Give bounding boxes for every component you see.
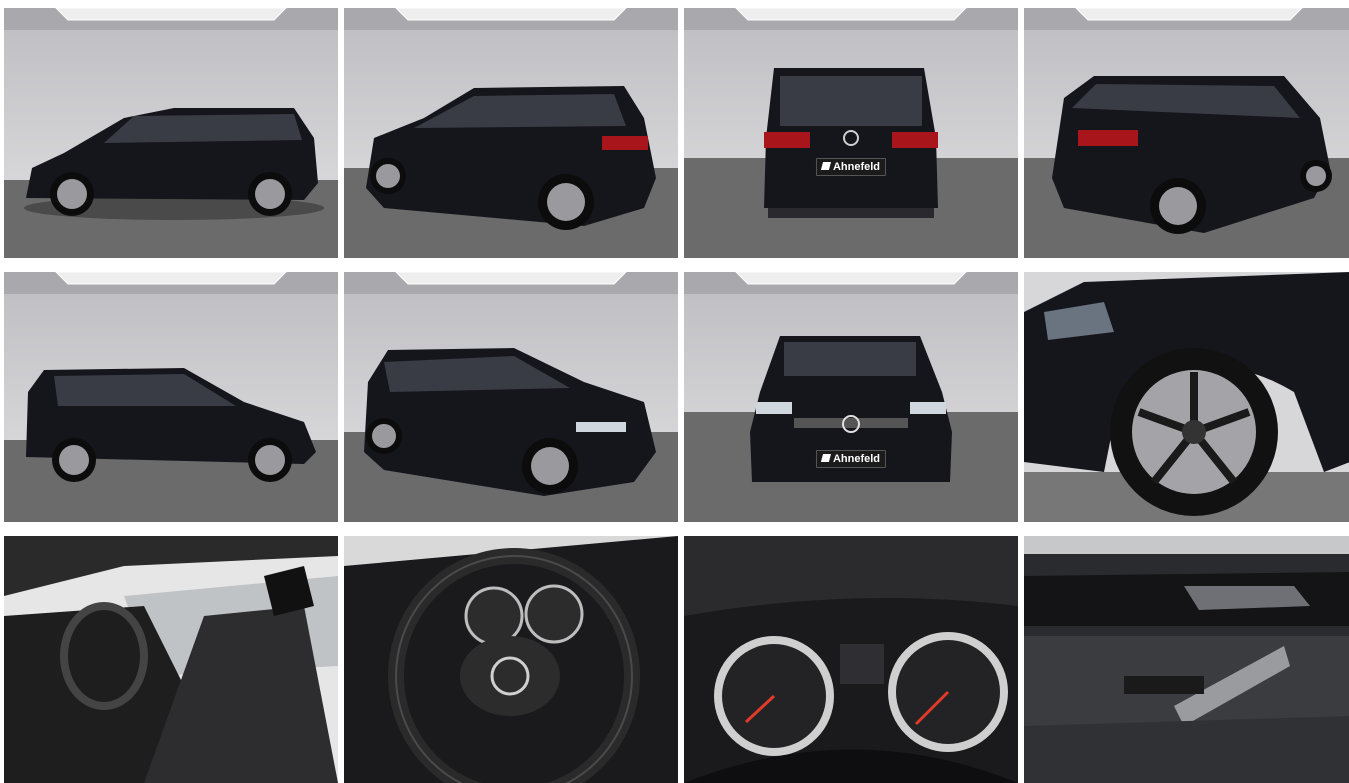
car-front-quarter-right-photo [344,272,678,522]
car-side-right-photo [4,272,338,522]
gallery-image-rear[interactable]: Ahnefeld [684,8,1018,258]
gallery-image-front-three-quarter-right[interactable] [344,272,678,522]
gallery-image-wheel-detail[interactable] [1024,272,1349,522]
interior-seats-photo [4,536,338,783]
gallery-image-door-panel[interactable] [1024,536,1349,783]
gallery-image-rear-three-quarter-right[interactable] [1024,8,1349,258]
wheel-detail-photo [1024,272,1349,522]
gallery-image-rear-three-quarter-left[interactable] [344,8,678,258]
dealer-badge: Ahnefeld [815,450,887,468]
car-rear-photo [684,8,1018,258]
car-rear-quarter-right-photo [1024,8,1349,258]
gallery-image-steering-wheel[interactable] [344,536,678,783]
car-front-photo [684,272,1018,522]
gallery-image-instrument-cluster[interactable] [684,536,1018,783]
steering-wheel-photo [344,536,678,783]
car-side-left-photo [4,8,338,258]
car-rear-quarter-left-photo [344,8,678,258]
gallery-image-interior-front-seats[interactable] [4,536,338,783]
gallery-image-front[interactable]: Ahnefeld [684,272,1018,522]
dealer-badge: Ahnefeld [815,158,887,176]
gallery-image-side-left[interactable] [4,8,338,258]
instrument-cluster-photo [684,536,1018,783]
door-panel-photo [1024,536,1349,783]
gallery-image-side-right[interactable] [4,272,338,522]
photo-gallery: Ahnefeld Ahnefeld [4,8,1349,783]
